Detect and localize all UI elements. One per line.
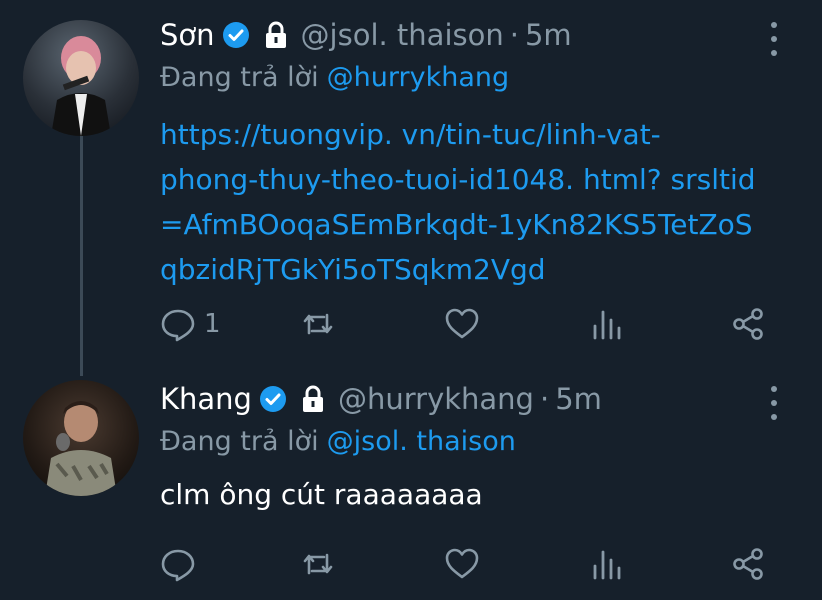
- stats-icon: [593, 310, 621, 340]
- reply-button[interactable]: 1: [160, 304, 221, 344]
- stats-button[interactable]: [588, 544, 624, 584]
- more-options-icon[interactable]: [766, 22, 782, 56]
- stats-icon: [593, 550, 621, 580]
- reply-prefix: Đang trả lời: [160, 62, 319, 93]
- reply-count: 1: [204, 309, 221, 339]
- retweet-button[interactable]: [300, 544, 336, 584]
- tweet[interactable]: Sơn @jsol. thaison · 5m Đang trả lời @hur…: [0, 0, 822, 370]
- link-line: qbzidRjTGkYi5oTSqkm2Vgd: [160, 253, 546, 286]
- user-handle[interactable]: @jsol. thaison: [301, 18, 504, 52]
- lock-icon: [298, 384, 328, 414]
- user-handle[interactable]: @hurrykhang: [338, 382, 534, 416]
- retweet-button[interactable]: [300, 304, 336, 344]
- reply-context: Đang trả lời @jsol. thaison: [160, 426, 516, 457]
- like-icon: [445, 548, 479, 579]
- lock-icon: [261, 20, 291, 50]
- like-button[interactable]: [444, 304, 480, 344]
- stats-button[interactable]: [588, 304, 624, 344]
- more-options-icon[interactable]: [766, 386, 782, 420]
- tweet-actions: 1: [160, 304, 770, 344]
- tweet-actions: [160, 544, 770, 584]
- tweet[interactable]: Khang @hurrykhang · 5m Đang trả lời @jsol…: [0, 370, 822, 600]
- verified-badge-icon: [221, 20, 251, 50]
- link-line: https://tuongvip. vn/tin-tuc/linh-vat-: [160, 118, 661, 151]
- separator: ·: [539, 382, 550, 416]
- separator: ·: [509, 18, 519, 52]
- display-name[interactable]: Khang: [160, 382, 252, 416]
- share-icon: [733, 308, 763, 340]
- avatar[interactable]: [23, 20, 139, 136]
- like-icon: [445, 308, 479, 339]
- tweet-link[interactable]: https://tuongvip. vn/tin-tuc/linh-vat- p…: [160, 112, 800, 292]
- share-icon: [733, 548, 763, 580]
- like-button[interactable]: [444, 544, 480, 584]
- timestamp[interactable]: 5m: [555, 382, 602, 416]
- link-line: phong-thuy-theo-tuoi-id1048. html? srslt…: [160, 163, 756, 196]
- tweet-header: Sơn @jsol. thaison · 5m: [160, 18, 572, 52]
- verified-badge-icon: [258, 384, 288, 414]
- tweet-text: clm ông cút raaaaaaaa: [160, 478, 483, 511]
- reply-icon: [161, 549, 195, 582]
- reply-mention[interactable]: @jsol. thaison: [327, 426, 516, 457]
- avatar[interactable]: [23, 380, 139, 496]
- tweet-header: Khang @hurrykhang · 5m: [160, 382, 602, 416]
- retweet-icon: [303, 313, 333, 335]
- retweet-icon: [303, 553, 333, 575]
- reply-prefix: Đang trả lời: [160, 426, 319, 457]
- reply-context: Đang trả lời @hurrykhang: [160, 62, 509, 93]
- share-button[interactable]: [730, 544, 766, 584]
- link-line: =AfmBOoqaSEmBrkqdt-1yKn82KS5TetZoS: [160, 208, 753, 241]
- timestamp[interactable]: 5m: [525, 18, 572, 52]
- reply-button[interactable]: [160, 544, 196, 584]
- share-button[interactable]: [730, 304, 766, 344]
- display-name[interactable]: Sơn: [160, 18, 215, 52]
- reply-mention[interactable]: @hurrykhang: [327, 62, 509, 93]
- reply-icon: [161, 309, 195, 342]
